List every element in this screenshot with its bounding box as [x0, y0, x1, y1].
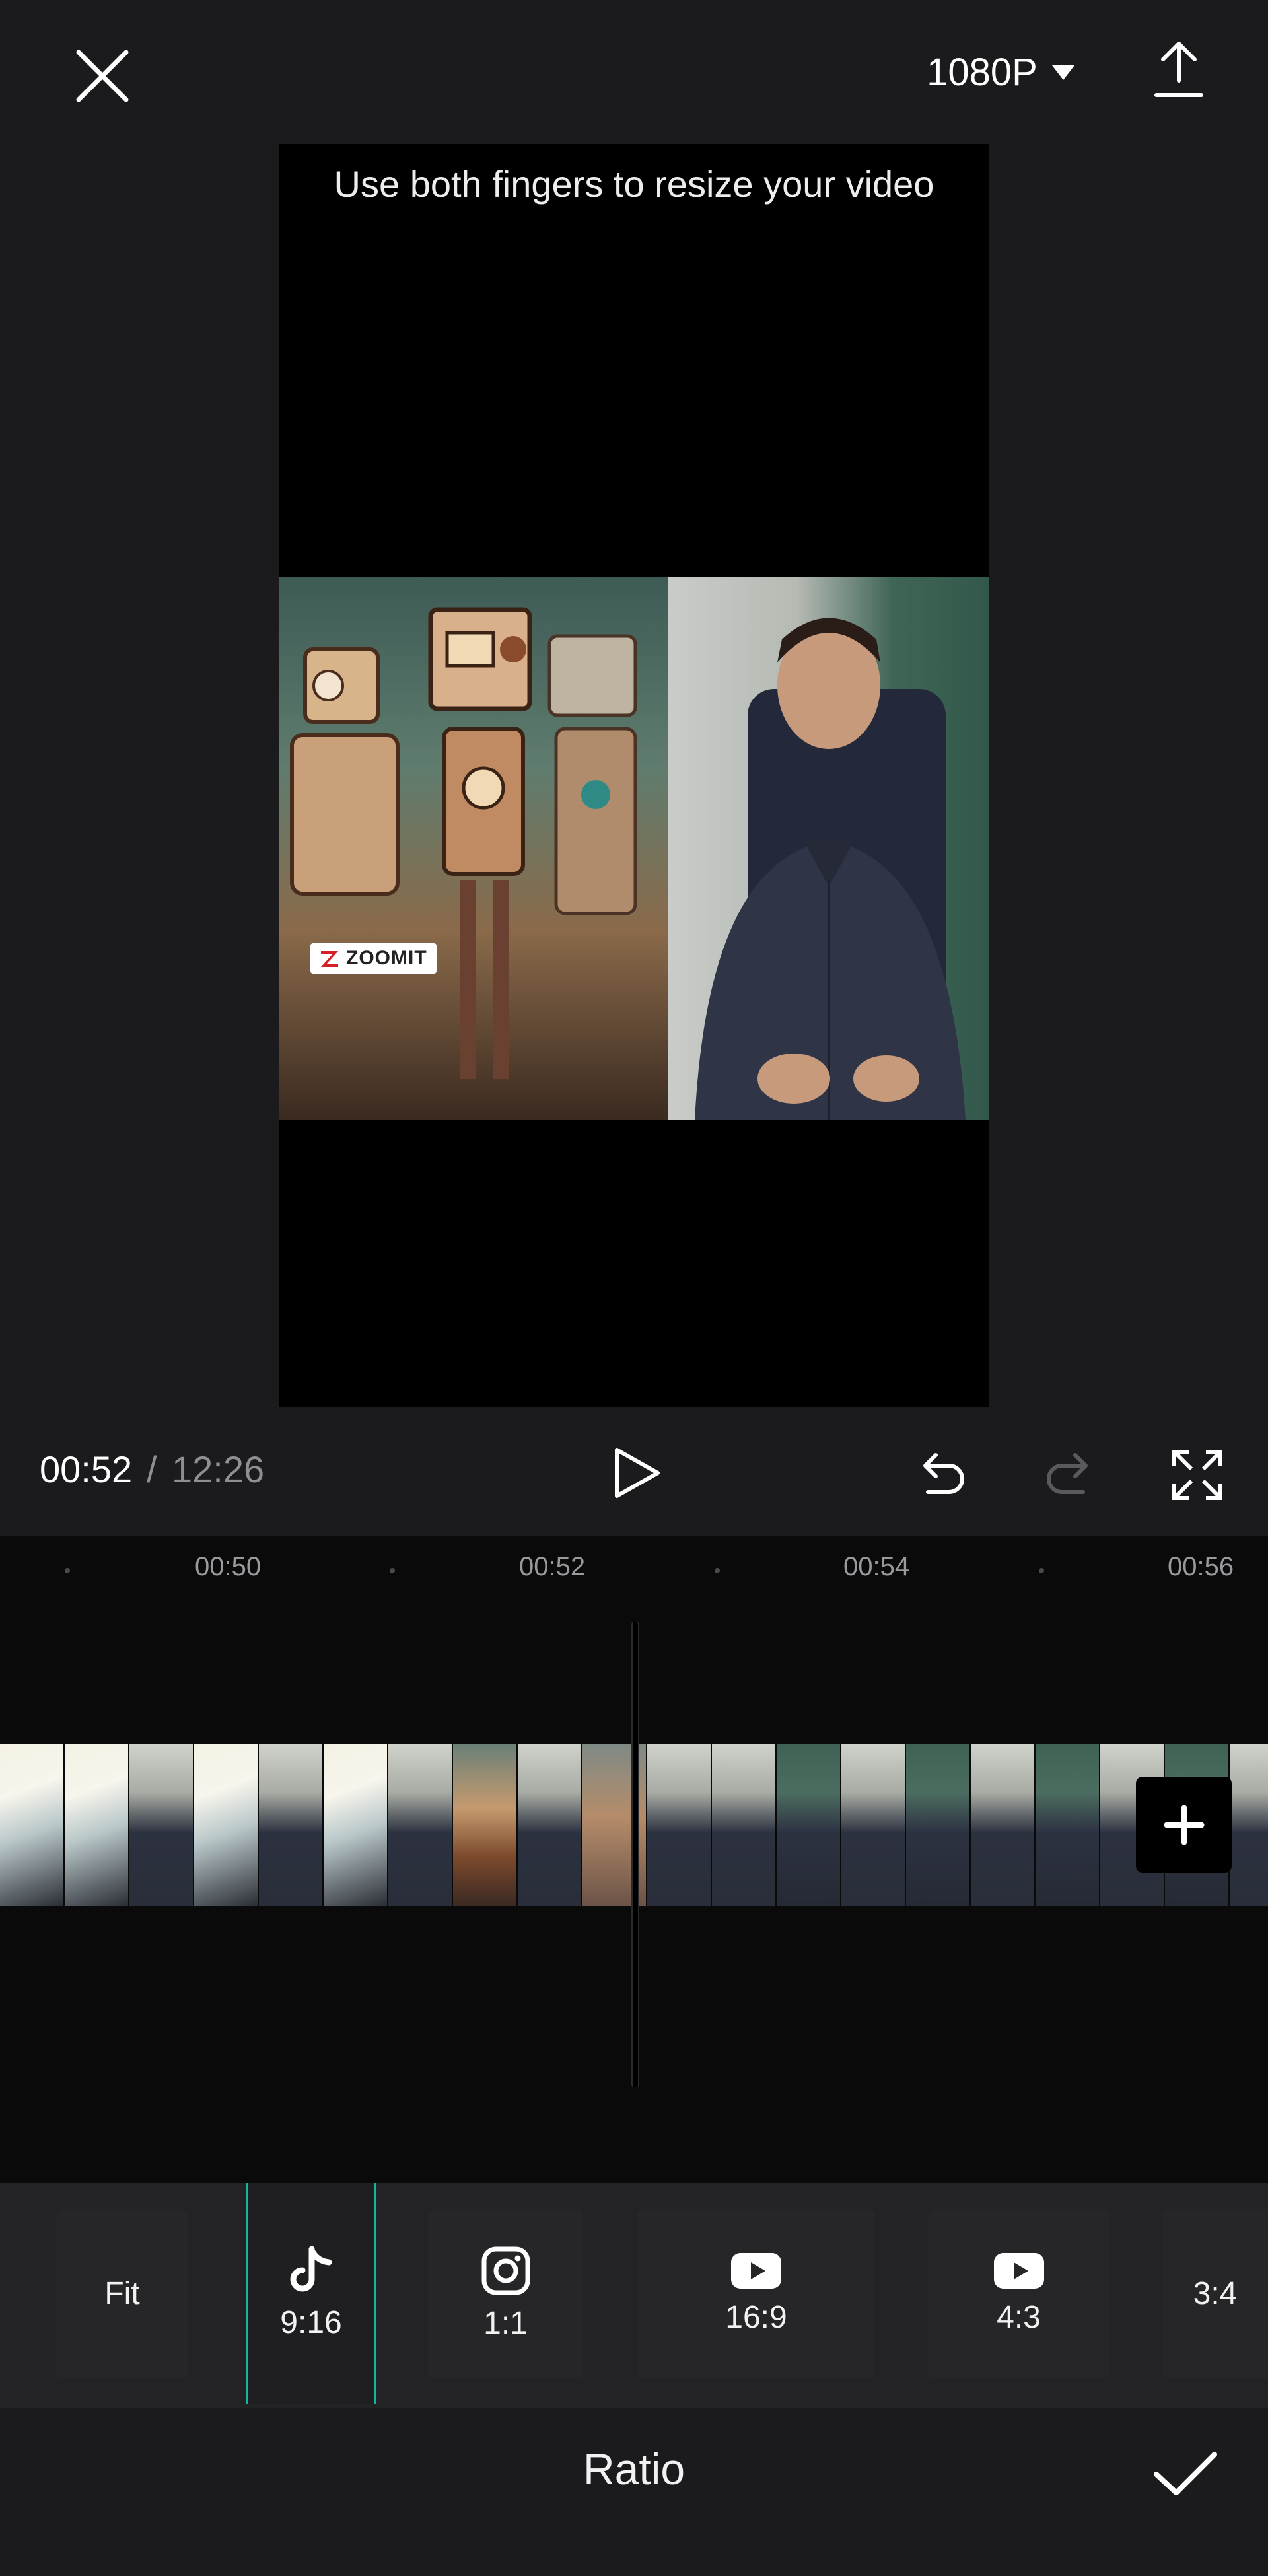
ratio-option-9-16[interactable]: 9:16	[246, 2183, 376, 2404]
tiktok-icon	[290, 2246, 332, 2292]
ratio-option-3-4[interactable]: 3:4	[1162, 2209, 1268, 2378]
clip-thumbnail	[388, 1744, 453, 1906]
ratio-label: 4:3	[997, 2300, 1041, 2335]
clip-thumbnail	[259, 1744, 324, 1906]
ruler-label: 00:52	[519, 1552, 586, 1581]
export-button[interactable]	[1136, 26, 1222, 112]
export-upload-icon	[1154, 42, 1203, 97]
undo-icon	[923, 1453, 964, 1494]
clip-thumbnail	[906, 1744, 971, 1906]
resize-hint: Use both fingers to resize your video	[334, 162, 934, 205]
ruler-tick	[715, 1568, 720, 1573]
presenter-footage	[668, 577, 989, 1120]
undo-button[interactable]	[905, 1437, 977, 1509]
ratio-option-fit[interactable]: Fit	[56, 2209, 188, 2378]
ruler-tick	[65, 1568, 70, 1573]
time-separator: /	[147, 1449, 157, 1490]
zoomit-watermark: ZOOMIT	[310, 943, 437, 974]
clip-thumbnail	[841, 1744, 906, 1906]
checkmark-icon	[1154, 2452, 1217, 2495]
playhead[interactable]	[631, 1622, 639, 2087]
ratio-label: Fit	[104, 2276, 140, 2311]
confirm-button[interactable]	[1139, 2434, 1232, 2513]
resolution-label: 1080P	[927, 51, 1038, 94]
ratio-label: 3:4	[1193, 2276, 1238, 2311]
youtube-icon	[993, 2253, 1044, 2289]
close-button[interactable]	[59, 33, 145, 119]
clip-thumbnail	[647, 1744, 712, 1906]
current-time: 00:52	[40, 1449, 133, 1490]
zoomit-logo-icon	[321, 951, 338, 967]
clip-thumbnail	[777, 1744, 841, 1906]
instagram-icon	[481, 2246, 530, 2295]
ratio-option-1-1[interactable]: 1:1	[428, 2209, 583, 2378]
ruler-label: 00:54	[843, 1552, 910, 1581]
redo-button[interactable]	[1034, 1437, 1106, 1509]
watermark-text: ZOOMIT	[346, 947, 427, 969]
clip-thumbnail	[971, 1744, 1036, 1906]
ratio-label: 9:16	[280, 2305, 342, 2340]
ruler-tick	[1039, 1568, 1044, 1573]
ruler-tick	[390, 1568, 395, 1573]
clip-thumbnail	[324, 1744, 388, 1906]
ruler-label: 00:56	[1168, 1552, 1234, 1581]
clip-thumbnail	[1230, 1744, 1268, 1906]
clip-thumbnail	[194, 1744, 259, 1906]
video-frame[interactable]: ZOOMIT	[279, 577, 989, 1120]
ratio-option-4-3[interactable]: 4:3	[928, 2209, 1110, 2378]
robot-footage: ZOOMIT	[279, 577, 668, 1120]
video-preview[interactable]: Use both fingers to resize your video ZO…	[279, 144, 989, 1407]
fullscreen-icon	[1172, 1449, 1222, 1500]
ratio-label: 1:1	[483, 2306, 528, 2341]
youtube-icon	[731, 2253, 781, 2289]
clip-thumbnail	[0, 1744, 65, 1906]
clip-thumbnail	[518, 1744, 582, 1906]
play-icon	[615, 1448, 660, 1498]
close-icon	[76, 50, 129, 102]
caret-down-icon	[1051, 65, 1074, 80]
add-clip-button[interactable]	[1136, 1777, 1232, 1873]
redo-icon	[1047, 1453, 1088, 1494]
panel-title: Ratio	[582, 2445, 686, 2493]
ruler-label: 00:50	[195, 1552, 262, 1581]
clip-thumbnail	[712, 1744, 777, 1906]
clip-thumbnail	[453, 1744, 518, 1906]
ratio-label: 16:9	[725, 2300, 787, 2335]
total-duration: 12:26	[172, 1449, 265, 1490]
ratio-option-16-9[interactable]: 16:9	[637, 2209, 875, 2378]
clip-thumbnail	[129, 1744, 194, 1906]
clip-thumbnail	[65, 1744, 129, 1906]
plus-icon	[1164, 1805, 1204, 1845]
play-button[interactable]	[598, 1433, 677, 1513]
fullscreen-button[interactable]	[1159, 1437, 1235, 1513]
clip-thumbnail	[1036, 1744, 1100, 1906]
resolution-dropdown[interactable]: 1080P	[911, 41, 1090, 104]
robot-illustration	[290, 607, 637, 1079]
presenter-illustration	[695, 618, 966, 1120]
